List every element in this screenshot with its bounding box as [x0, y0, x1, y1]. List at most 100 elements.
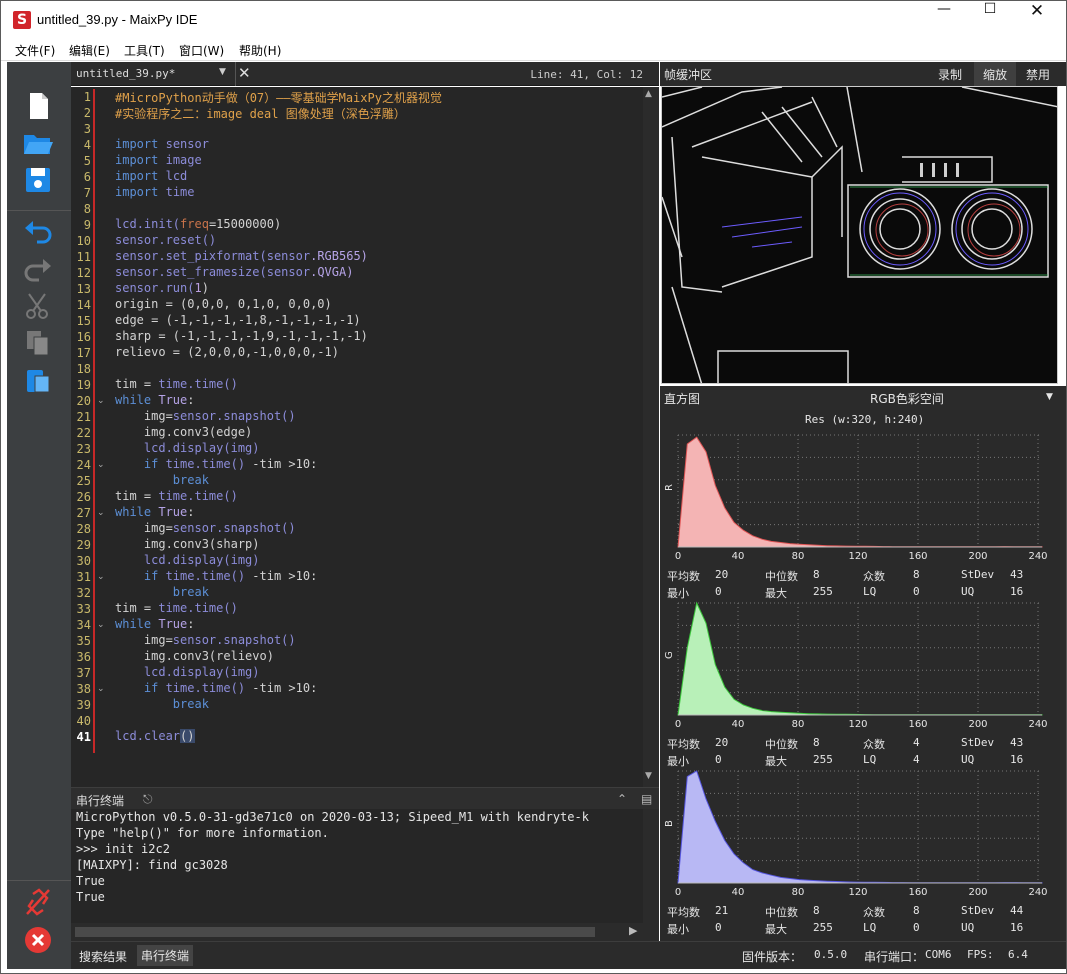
editor-tab-bar: untitled_39.py* ▼ ✕ Line: 41, Col: 12 — [71, 62, 659, 86]
terminal-vscrollbar[interactable] — [643, 809, 659, 941]
line-number: 26 — [76, 490, 91, 504]
editor-scrollbar[interactable]: ▲ ▼ — [643, 87, 659, 787]
tab-serial-terminal[interactable]: 串行终端 — [137, 945, 194, 966]
code-line: img.conv3(relievo) — [115, 649, 274, 663]
histogram-panel: Res (w:320, h:240) R 0 40 80 120 160 200 240 G 0 4… — [660, 410, 1060, 941]
menu-window[interactable]: 窗口(W) — [179, 42, 224, 59]
line-number: 35 — [76, 634, 91, 648]
cut-icon[interactable] — [21, 290, 55, 322]
collapse-icon[interactable]: ⌃ — [617, 792, 627, 806]
zoom-button[interactable]: 缩放 — [974, 62, 1017, 87]
save-icon[interactable] — [21, 164, 55, 196]
close-tab-icon[interactable]: ✕ — [238, 64, 251, 82]
tick-label: 240 — [1028, 551, 1047, 562]
redo-icon[interactable] — [21, 254, 55, 286]
menu-edit[interactable]: 编辑(E) — [69, 42, 110, 59]
terminal-hscrollbar[interactable]: ▶ — [71, 923, 643, 941]
cursor-position: Line: 41, Col: 12 — [530, 68, 643, 81]
framebuffer-view — [661, 86, 1058, 384]
code-line: tim = time.time() — [115, 601, 238, 615]
histogram-header: 直方图 RGB色彩空间 ▼ — [660, 386, 1066, 410]
code-line: img=sensor.snapshot() — [115, 409, 296, 423]
line-number: 19 — [76, 378, 91, 392]
code-line: break — [115, 585, 209, 599]
code-line: img=sensor.snapshot() — [115, 633, 296, 647]
stop-run-icon[interactable] — [21, 924, 55, 956]
colorspace-dropdown-icon[interactable]: ▼ — [1046, 392, 1053, 402]
histogram-area-r — [677, 436, 1043, 548]
histogram-title: 直方图 — [664, 392, 701, 406]
code-line: origin = (0,0,0, 0,1,0, 0,0,0) — [115, 297, 332, 311]
code-area[interactable]: #MicroPython动手做（07）——零基础学MaixPy之机器视觉 #实验… — [115, 87, 643, 787]
line-number: 8 — [83, 202, 91, 216]
maximize-button[interactable]: ☐ — [967, 1, 1013, 39]
tick-label: 160 — [908, 719, 927, 730]
terminal-title: 串行终端 — [76, 794, 125, 808]
file-dropdown-icon[interactable]: ▼ — [219, 67, 226, 77]
firmware-label: 固件版本： — [742, 950, 803, 964]
line-number: 13 — [76, 282, 91, 296]
tick-label: 80 — [792, 887, 805, 898]
copy-icon[interactable] — [21, 327, 55, 359]
minimize-button[interactable]: — — [921, 1, 967, 39]
tab-search-results[interactable]: 搜索结果 — [79, 948, 127, 965]
code-line: while True: — [115, 393, 195, 407]
scroll-up-icon[interactable]: ▲ — [645, 89, 652, 99]
bottom-tabs: 搜索结果 串行终端 固件版本： 0.5.0 串行端口： COM6 FPS: 6.… — [71, 941, 1066, 969]
scroll-down-icon[interactable]: ▼ — [645, 771, 652, 781]
channel-label: B — [664, 820, 675, 827]
line-number: 28 — [76, 522, 91, 536]
line-number: 1 — [83, 90, 91, 104]
code-editor[interactable]: 1 2 3 4 5 6 7 8 9 10 11 12 13 14 15 16 17 18 19 20 ⌄ 21 22 23 24… — [71, 87, 643, 787]
histogram-scrollbar[interactable] — [1060, 410, 1066, 941]
channel-label: R — [664, 484, 675, 491]
scroll-right-icon[interactable]: ▶ — [629, 924, 637, 937]
code-line: sharp = (-1,-1,-1,-1,9,-1,-1,-1,-1) — [115, 329, 368, 343]
new-file-icon[interactable] — [21, 90, 55, 122]
serial-terminal[interactable]: MicroPython v0.5.0-31-gd3e71c0 on 2020-0… — [71, 809, 643, 923]
menu-help[interactable]: 帮助(H) — [239, 42, 281, 59]
close-button[interactable]: ✕ — [1014, 1, 1060, 39]
tick-label: 0 — [675, 551, 681, 562]
code-line: lcd.display(img) — [115, 553, 260, 567]
app-icon: S — [13, 11, 31, 29]
editor-file-tab[interactable]: untitled_39.py* — [76, 67, 175, 80]
code-line: sensor.reset() — [115, 233, 217, 247]
tick-label: 80 — [792, 719, 805, 730]
menu-tools[interactable]: 工具(T) — [124, 42, 165, 59]
line-number: 39 — [76, 698, 91, 712]
open-folder-icon[interactable] — [21, 127, 55, 159]
fold-toggle-icon[interactable]: ⌄ — [97, 681, 107, 697]
terminal-line: True — [76, 890, 105, 904]
line-number: 25 — [76, 474, 91, 488]
histogram-area-g — [677, 601, 1043, 716]
tick-label: 120 — [848, 551, 867, 562]
line-number: 3 — [83, 122, 91, 136]
code-line: lcd.display(img) — [115, 441, 260, 455]
paste-icon[interactable] — [21, 364, 55, 396]
fold-toggle-icon[interactable]: ⌄ — [97, 393, 107, 409]
code-line: sensor.set_pixformat(sensor.RGB565) — [115, 249, 368, 263]
fold-toggle-icon[interactable]: ⌄ — [97, 617, 107, 633]
line-number: 30 — [76, 554, 91, 568]
fold-toggle-icon[interactable]: ⌄ — [97, 505, 107, 521]
channel-label: G — [664, 651, 675, 659]
colorspace-select[interactable]: RGB色彩空间 — [870, 390, 944, 407]
disable-button[interactable]: 禁用 — [1026, 66, 1050, 83]
framebuffer-title: 帧缓冲区 — [664, 68, 713, 82]
tick-label: 240 — [1028, 719, 1047, 730]
tick-label: 0 — [675, 887, 681, 898]
fold-toggle-icon[interactable]: ⌄ — [97, 457, 107, 473]
record-button[interactable]: 录制 — [938, 66, 962, 83]
menu-file[interactable]: 文件(F) — [15, 42, 55, 59]
line-number: 7 — [83, 186, 91, 200]
panel-menu-icon[interactable]: ▤ — [641, 792, 652, 806]
tick-label: 200 — [968, 719, 987, 730]
terminal-clear-icon[interactable]: ⎋ — [143, 792, 153, 807]
line-number: 20 — [76, 394, 91, 408]
line-number: 2 — [83, 106, 91, 120]
connect-icon[interactable] — [21, 886, 55, 918]
title-bar: S untitled_39.py - MaixPy IDE — ☐ ✕ — [1, 1, 1066, 39]
fold-toggle-icon[interactable]: ⌄ — [97, 569, 107, 585]
undo-icon[interactable] — [21, 216, 55, 248]
